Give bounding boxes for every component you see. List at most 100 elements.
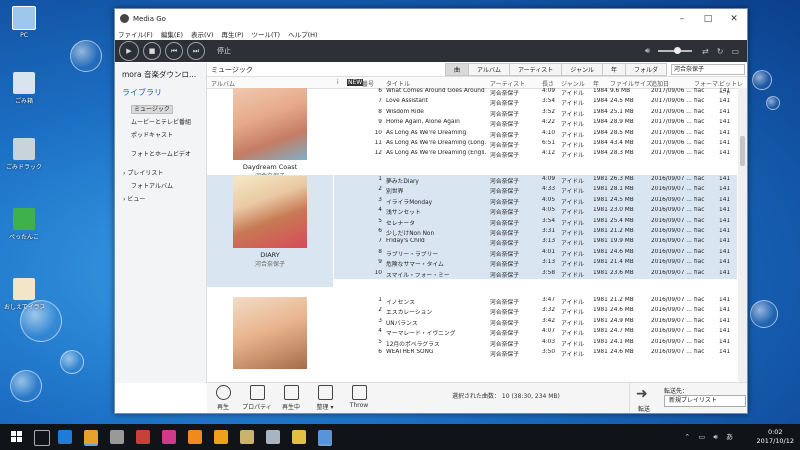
volume-icon[interactable]: 🔊︎ [645,46,650,56]
track-row[interactable]: 1 夢みたDiary 河合奈保子 4:09 アイドル 1981 26.3 MB 2016/09… [334,175,737,186]
previous-button[interactable]: ⏮ [165,42,183,60]
transfer-arrow-icon[interactable]: ➜ [636,386,658,402]
throw-button[interactable]: Throw [343,385,375,409]
bubble-decoration [70,40,102,72]
app-icon[interactable] [162,430,176,444]
tab-artists[interactable]: アーティスト [508,63,562,76]
scrollbar-thumb[interactable] [740,136,745,166]
new-column-header[interactable]: NEW [347,79,364,86]
volume-slider[interactable] [658,47,693,54]
play-tool-button[interactable]: 再生 [207,385,239,411]
track-row[interactable]: 1 イノセンス 河合奈保子 3:47 アイドル 1981 21.2 MB 2016/09/07… [334,296,737,306]
track-row[interactable]: 10 As Long As We're Dreaming 河合奈保子 4:10 アイドル… [334,129,737,139]
properties-button[interactable]: プロパティ [241,385,273,411]
tab-albums[interactable]: アルバム [468,63,509,76]
gear-icon[interactable] [110,430,124,444]
maximize-button[interactable]: □ [695,14,721,24]
track-row[interactable]: 7 Love Assistant 河合奈保子 3:54 アイドル 1984 24.5 MB 2… [334,97,737,107]
edge-browser-icon[interactable] [58,430,72,444]
tab-songs[interactable]: 曲 [445,63,469,76]
track-row[interactable]: 9 危険なサマー・タイム 河合奈保子 3:13 アイドル 1981 21.4 MB 2016/… [334,258,737,269]
menu-file[interactable]: ファイル(F) [118,29,153,39]
view-tabs: 曲 アルバム アーティスト ジャンル 年 フォルダ [445,63,667,76]
album-art-daydream-coast[interactable] [233,88,307,160]
app-icon[interactable] [240,430,254,444]
info-column-header[interactable]: i [337,79,339,86]
track-row[interactable]: 4 浅サンセット 河合奈保子 4:05 アイドル 1981 23.0 MB 2016/09/0… [334,206,737,217]
sidebar-item-photos-video[interactable]: フォトとホームビデオ [115,147,206,160]
desktop-icon-trash-drag[interactable]: ごみドラック [4,138,44,171]
stop-button[interactable]: ■ [143,42,161,60]
sidebar-item-podcasts[interactable]: ポッドキャスト [115,128,206,141]
desktop-icon-pc[interactable]: PC [4,6,44,39]
vlc-icon[interactable] [214,430,228,444]
track-bitrate: 141 [719,150,731,157]
ime-indicator[interactable]: あ [726,433,736,441]
next-button[interactable]: ⏭ [187,42,205,60]
task-view-icon[interactable] [34,430,50,446]
clock[interactable]: 0:02 2017/10/12 [757,428,794,446]
sidebar-item-photo-albums[interactable]: フォトアルバム [115,179,206,192]
tab-folders[interactable]: フォルダ [624,63,667,76]
track-row[interactable]: 4 マーマレード・イヴニング 河合奈保子 4:07 アイドル 1981 24.7 MB 201… [334,327,737,337]
transfer-label: 転送 [638,406,651,413]
play-button[interactable]: ▶ [119,41,139,61]
track-number: 11 [374,140,382,146]
app-icon[interactable] [136,430,150,444]
track-row[interactable]: 11 As Long As We're Dreaming (Long... 河合奈保… [334,139,737,149]
track-row[interactable]: 8 ラブリー・ラブリー 河合奈保子 4:01 アイドル 1981 24.6 MB 2016/0… [334,247,737,259]
close-button[interactable]: ✕ [721,14,747,24]
sidebar-item-movies[interactable]: ムービーとテレビ番組 [115,115,206,128]
track-row[interactable]: 9 Home Again, Alone Again 河合奈保子 4:22 アイドル 198… [334,118,737,128]
windows-start-icon[interactable] [11,431,22,442]
system-tray[interactable]: ⌃ ▭ 🔊︎ あ [684,432,736,442]
minimize-button[interactable]: – [669,14,695,24]
menu-play[interactable]: 再生(P) [222,29,244,39]
now-playing-button[interactable]: 再生中 [275,385,307,411]
miniplayer-icon[interactable]: ▭ [731,47,739,56]
track-row[interactable]: 3 イライラMonday 河合奈保子 4:05 アイドル 1981 24.5 MB 2016/… [334,195,737,207]
repeat-icon[interactable]: ↻ [717,47,724,56]
menu-view[interactable]: 表示(V) [191,29,214,39]
track-row[interactable]: 6 What Comes Around Goes Around 河合奈保子 4:09 ア… [334,87,737,97]
mora-store-link[interactable]: mora 音楽ダウンロ... [115,63,206,85]
sidebar-item-playlists[interactable]: › プレイリスト [115,166,206,179]
track-row[interactable]: 6 WEATHER SONG 河合奈保子 3:50 アイドル 1981 24.6 MB 201… [334,348,737,358]
track-row[interactable]: 10 スマイル・フォー・ミー 河合奈保子 3:58 アイドル 1981 23.6 MB 201… [334,268,737,279]
bubble-decoration [752,70,772,90]
track-row[interactable]: 8 Wisdom Ride 河合奈保子 3:52 アイドル 1984 25.1 MB 2017… [334,108,737,118]
menu-help[interactable]: ヘルプ(H) [288,29,317,39]
track-row[interactable]: 2 エスカレーション 河合奈保子 3:32 アイドル 1981 24.6 MB 2016/09… [334,306,737,316]
menu-edit[interactable]: 編集(E) [161,29,183,39]
track-year: 1981 [593,259,608,266]
transfer-destination-select[interactable]: 新規プレイリスト [664,395,746,407]
menu-tools[interactable]: ツール(T) [252,29,281,39]
track-title: スマイル・フォー・ミー [386,272,450,279]
sidebar-item-views[interactable]: › ビュー [115,192,206,205]
vlc-icon[interactable] [188,430,202,444]
track-row[interactable]: 5 12月のポペラグラス 河合奈保子 4:03 アイドル 1981 24.1 MB 2016/… [334,338,737,348]
tab-year[interactable]: 年 [601,63,625,76]
tab-genres[interactable]: ジャンル [561,63,602,76]
shuffle-icon[interactable]: ⇄ [702,47,709,56]
browser-icon[interactable] [84,430,98,446]
track-row[interactable]: 5 セレナータ 河合奈保子 3:54 アイドル 1981 25.4 MB 2016/09/07… [334,216,737,227]
track-row[interactable]: 12 As Long As We're Dreaming (Engli... 河合奈… [334,149,737,159]
track-row[interactable]: 7 Friday's Child 河合奈保子 3:13 アイドル 1981 19.9 MB 2… [334,237,737,248]
track-row[interactable]: 3 UNバランス 河合奈保子 3:42 アイドル 1981 24.9 MB 2016/09/0… [334,317,737,327]
album-art-diary[interactable] [233,176,307,248]
album-art[interactable] [233,297,307,369]
organize-button[interactable]: 整理 ▾ [309,385,341,411]
desktop-icon-illust[interactable]: おしえてイラスト [4,278,44,311]
scrollbar[interactable] [738,88,747,383]
sidebar-item-music[interactable]: ミュージック [115,102,206,115]
media-go-taskbar-icon[interactable] [318,430,332,446]
track-length: 4:09 [542,176,556,182]
app-icon[interactable] [266,430,280,444]
search-input[interactable]: 河合奈保子 [670,64,745,75]
desktop-icon-app[interactable]: ぺったんこ [4,208,44,241]
folder-icon[interactable] [292,430,306,444]
desktop-icon-recycle-bin[interactable]: ごみ箱 [4,72,44,105]
track-row[interactable]: 2 別世界 河合奈保子 4:33 アイドル 1981 28.1 MB 2016/09/07 .… [334,185,737,196]
track-row[interactable]: 6 少しだけNon Non 河合奈保子 3:31 アイドル 1981 21.2 MB 2016… [334,227,737,238]
